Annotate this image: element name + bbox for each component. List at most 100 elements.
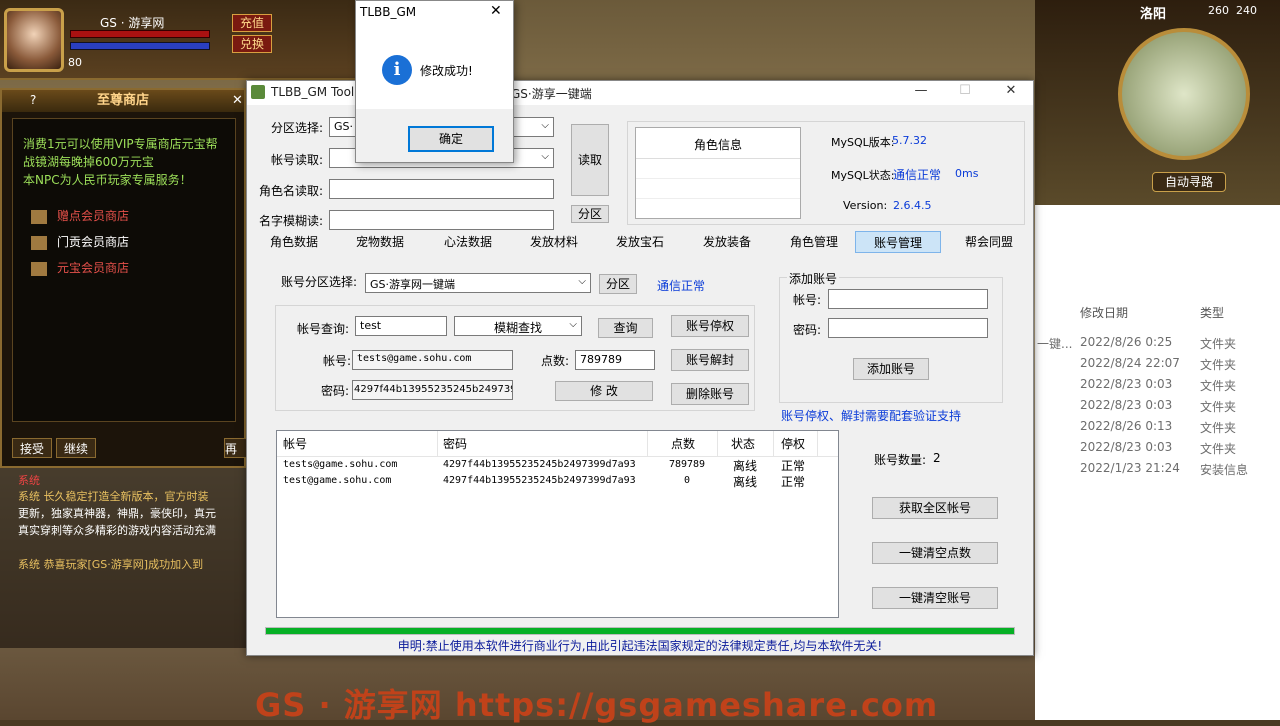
query-mode-select[interactable]: 模糊查找 ⌵ [454, 316, 582, 336]
explorer-row-type[interactable]: 文件夹 [1200, 419, 1236, 436]
explorer-row-date[interactable]: 2022/1/23 21:24 [1080, 461, 1180, 475]
explorer-row-date[interactable]: 2022/8/23 0:03 [1080, 398, 1172, 412]
fuzzy-name-input[interactable] [329, 210, 554, 230]
tab-7[interactable]: 账号管理 [855, 231, 941, 253]
grid-cell[interactable]: 正常 [781, 473, 805, 490]
explorer-row-date[interactable]: 2022/8/23 0:03 [1080, 377, 1172, 391]
map-coords: 260 240 [1208, 4, 1257, 17]
clear-accounts-button[interactable]: 一键清空账号 [872, 587, 998, 609]
explorer-row-date[interactable]: 2022/8/26 0:25 [1080, 335, 1172, 349]
recharge-button[interactable]: 充值 [232, 14, 272, 32]
add-password-input[interactable] [828, 318, 988, 338]
gm-tool-window: TLBB_GM Tool GS·游享一键端 — ☐ ✕ 分区选择: GS· ⌵ 帐… [246, 80, 1034, 656]
mysql-status: 通信正常 [893, 168, 942, 182]
explorer-row-type[interactable]: 文件夹 [1200, 440, 1236, 457]
modify-button[interactable]: 修 改 [555, 381, 653, 401]
add-account-button[interactable]: 添加账号 [853, 358, 929, 380]
partition-value: GS· [334, 120, 354, 133]
shop-item-sect-points[interactable]: 门贡会员商店 [31, 233, 129, 250]
grid-cell[interactable]: 离线 [723, 457, 767, 474]
explorer-row-date[interactable]: 2022/8/26 0:13 [1080, 419, 1172, 433]
chevron-down-icon: ⌵ [541, 120, 549, 131]
explorer-row-type[interactable]: 文件夹 [1200, 356, 1236, 373]
explorer-row-date[interactable]: 2022/8/23 0:03 [1080, 440, 1172, 454]
goodbye-button[interactable]: 再见 [224, 438, 248, 458]
grid-cell[interactable]: test@game.sohu.com [283, 475, 391, 486]
query-input[interactable]: test [355, 316, 447, 336]
accept-button[interactable]: 接受 [12, 438, 52, 458]
continue-button[interactable]: 继续 [56, 438, 96, 458]
tab-5[interactable]: 发放装备 [693, 231, 761, 253]
explorer-row-type[interactable]: 文件夹 [1200, 398, 1236, 415]
account-field[interactable]: tests@game.sohu.com [352, 350, 513, 370]
add-account-input[interactable] [828, 289, 988, 309]
read-button[interactable]: 读取 [571, 124, 609, 196]
explorer-row-type[interactable]: 文件夹 [1200, 377, 1236, 394]
grid-cell[interactable]: 4297f44b13955235245b2497399d7a93 [443, 459, 636, 470]
unsuspend-account-button[interactable]: 账号解封 [671, 349, 749, 371]
mp-bar [70, 42, 210, 50]
grid-cell[interactable]: 正常 [781, 457, 805, 474]
explorer-row-type[interactable]: 安装信息 [1200, 461, 1248, 478]
chat-line: 系统 恭喜玩家[GS·游享网]成功加入到 [18, 558, 204, 571]
password-field[interactable]: 4297f44b13955235245b249739 [352, 380, 513, 400]
close-icon[interactable]: ✕ [1001, 83, 1021, 101]
dialog-title: TLBB_GM [360, 5, 417, 19]
minimap[interactable] [1118, 28, 1250, 160]
chat-line: 真实穿刺等众多精彩的游戏内容活动充满 [18, 524, 216, 537]
minimize-icon[interactable]: — [911, 83, 931, 101]
message-dialog: TLBB_GM ✕ i 修改成功! 确定 [355, 0, 514, 163]
acct-partition-select[interactable]: GS·游享网一键端 ⌵ [365, 273, 591, 293]
role-name-input[interactable] [329, 179, 554, 199]
tab-8[interactable]: 帮会同盟 [955, 231, 1023, 253]
grid-cell[interactable]: tests@game.sohu.com [283, 459, 397, 470]
player-avatar[interactable] [4, 8, 64, 72]
suspend-account-button[interactable]: 账号停权 [671, 315, 749, 337]
chevron-down-icon: ⌵ [578, 276, 586, 287]
exchange-button[interactable]: 兑换 [232, 35, 272, 53]
tab-2[interactable]: 心法数据 [435, 231, 501, 253]
tab-6[interactable]: 角色管理 [779, 231, 849, 253]
shop-item-gift-points[interactable]: 赠点会员商店 [31, 207, 129, 224]
acct-partition-button[interactable]: 分区 [599, 274, 637, 294]
tab-3[interactable]: 发放材料 [519, 231, 589, 253]
explorer-row-type[interactable]: 文件夹 [1200, 335, 1236, 352]
shop-item-ingot[interactable]: 元宝会员商店 [31, 259, 129, 276]
explorer-col-date[interactable]: 修改日期 [1080, 304, 1128, 321]
points-field[interactable]: 789789 [575, 350, 655, 370]
maximize-icon[interactable]: ☐ [955, 83, 975, 101]
shop-item-label: 门贡会员商店 [57, 235, 130, 249]
grid-col-suspended[interactable]: 停权 [781, 435, 805, 452]
close-icon[interactable]: ✕ [232, 93, 243, 108]
scroll-icon [31, 209, 47, 224]
tab-1[interactable]: 宠物数据 [347, 231, 413, 253]
help-icon[interactable]: ? [30, 93, 36, 107]
query-button[interactable]: 查询 [598, 318, 653, 338]
partition-button[interactable]: 分区 [571, 205, 609, 223]
explorer-row-date[interactable]: 2022/8/24 22:07 [1080, 356, 1180, 370]
scroll-icon [31, 235, 47, 250]
ok-button[interactable]: 确定 [408, 126, 494, 152]
grid-cell[interactable]: 789789 [657, 459, 717, 470]
chat-line: 系统 长久稳定打造全新版本，官方时装 [18, 490, 209, 503]
explorer-col-type[interactable]: 类型 [1200, 304, 1224, 321]
grid-col-account[interactable]: 帐号 [283, 435, 307, 452]
auto-path-button[interactable]: 自动寻路 [1152, 172, 1226, 192]
clear-points-button[interactable]: 一键清空点数 [872, 542, 998, 564]
close-icon[interactable]: ✕ [490, 3, 502, 19]
grid-cell[interactable]: 4297f44b13955235245b2497399d7a93 [443, 475, 636, 486]
app-icon [251, 85, 265, 99]
shop-item-label: 元宝会员商店 [57, 261, 130, 275]
get-all-accounts-button[interactable]: 获取全区帐号 [872, 497, 998, 519]
dialog-message: 修改成功! [420, 64, 473, 78]
tab-4[interactable]: 发放宝石 [607, 231, 673, 253]
delete-account-button[interactable]: 删除账号 [671, 383, 749, 405]
grid-col-status[interactable]: 状态 [731, 435, 755, 452]
grid-cell[interactable]: 0 [657, 475, 717, 486]
grid-cell[interactable]: 离线 [723, 473, 767, 490]
grid-col-password[interactable]: 密码 [443, 435, 467, 452]
account-grid[interactable]: 帐号 密码 点数 状态 停权 tests@game.sohu.com 4297f4… [276, 430, 839, 618]
mysql-version: 5.7.32 [892, 134, 927, 147]
grid-col-points[interactable]: 点数 [671, 435, 695, 452]
tab-0[interactable]: 角色数据 [261, 231, 327, 253]
